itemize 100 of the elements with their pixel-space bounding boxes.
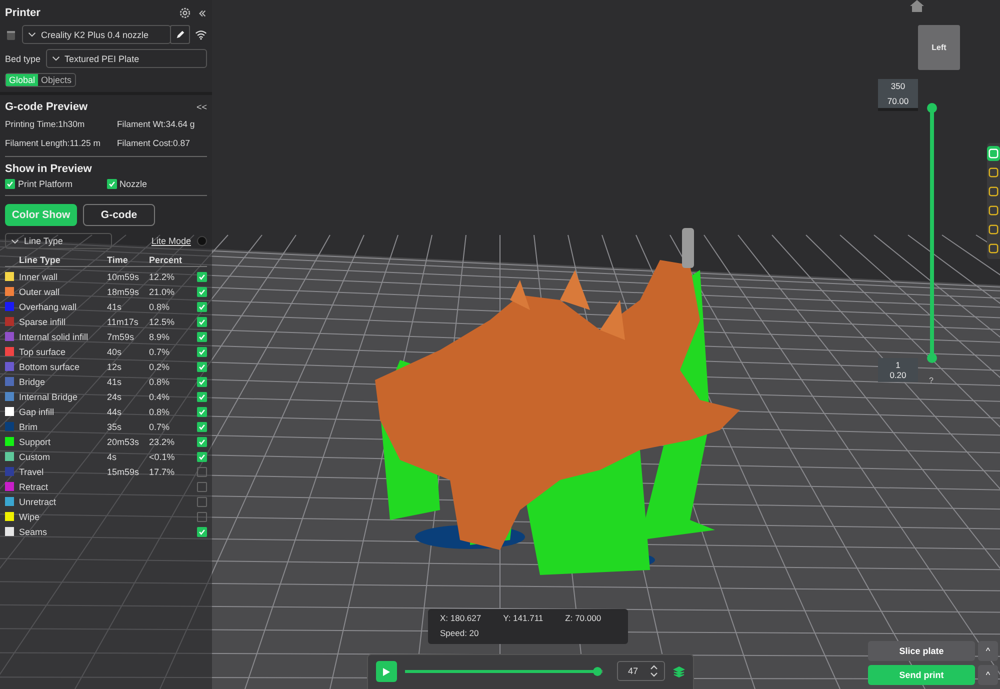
line-type-name: Internal Bridge (19, 392, 79, 402)
column-header: Percent (149, 254, 184, 264)
toolbar-icon[interactable] (987, 184, 1000, 199)
percent-cell: 0.8% (149, 302, 170, 312)
toolbar-icon[interactable] (987, 203, 1000, 218)
visibility-checkbox[interactable] (197, 512, 207, 522)
view-type-select[interactable]: Line Type (5, 233, 112, 249)
visibility-checkbox[interactable] (197, 272, 207, 282)
line-type-name: Inner wall (19, 272, 59, 282)
visibility-checkbox[interactable] (197, 422, 207, 432)
printer-icon (5, 28, 17, 40)
stat-text: Filament Length:11.25 m (5, 138, 102, 148)
column-header: Time (107, 254, 129, 264)
lite-mode-label: Lite Mode (151, 236, 191, 246)
stat-text: Printing Time:1h30m (5, 119, 86, 129)
section-title: Show in Preview (5, 163, 93, 175)
visibility-checkbox[interactable] (197, 406, 207, 416)
expand-button[interactable]: ^ (978, 665, 998, 685)
checkbox[interactable] (106, 179, 117, 189)
percent-cell: 21.0% (149, 286, 175, 296)
percent-cell: 0.8% (149, 376, 170, 386)
slice-button[interactable]: Slice plate (868, 641, 975, 661)
line-type-name: Bottom surface (19, 362, 81, 372)
visibility-checkbox[interactable] (197, 452, 207, 462)
column-header: Line Type (19, 254, 62, 264)
visibility-checkbox[interactable] (197, 316, 207, 326)
percent-cell: 12.5% (149, 316, 175, 326)
play-icon (381, 666, 392, 676)
scope-tab[interactable]: Objects (38, 74, 75, 86)
collapse-button[interactable]: << (196, 102, 207, 112)
time-cell: 7m59s (107, 332, 134, 342)
percent-cell: 0.4% (149, 392, 170, 402)
move-slider[interactable] (404, 667, 603, 676)
toolbar-icon[interactable] (987, 146, 1000, 161)
edit-button[interactable] (170, 25, 190, 44)
layer-label: 350 70.00 (878, 79, 918, 111)
move-spinner[interactable]: 47 (616, 661, 665, 681)
expand-button[interactable]: ^ (978, 641, 998, 661)
line-type-name: Bridge (19, 376, 46, 386)
collapse-icon[interactable] (198, 8, 207, 18)
stat-text: Filament Cost:0.87 (117, 138, 191, 148)
visibility-checkbox[interactable] (197, 332, 207, 342)
time-cell: 24s (107, 392, 122, 402)
time-cell: 18m59s (107, 286, 140, 296)
visibility-checkbox[interactable] (197, 362, 207, 372)
time-cell: 12s (107, 362, 122, 372)
toolbar-icon[interactable] (987, 241, 1000, 256)
line-type-name: Unretract (19, 496, 58, 506)
layer-slider[interactable] (927, 103, 937, 363)
bed-type-select[interactable]: Textured PEI Plate (46, 49, 207, 68)
line-type-name: Outer wall (19, 286, 61, 296)
slider-handle[interactable] (592, 667, 602, 676)
line-type-name: Retract (19, 482, 50, 492)
time-cell: 35s (107, 422, 122, 432)
time-cell: 11m17s (107, 316, 138, 326)
view-tab[interactable]: G-code (83, 204, 155, 226)
time-cell: 15m59s (107, 466, 140, 476)
layers-icon[interactable] (673, 666, 685, 678)
speed-text: Speed: 20 (440, 628, 480, 638)
view-cube[interactable]: Left (918, 25, 960, 70)
line-type-name: Travel (19, 466, 45, 476)
visibility-checkbox[interactable] (197, 526, 207, 536)
toolbar-icon[interactable] (987, 165, 1000, 180)
lite-mode-toggle[interactable] (197, 236, 207, 246)
pencil-icon (174, 29, 186, 40)
visibility-checkbox[interactable] (197, 286, 207, 296)
visibility-checkbox[interactable] (197, 466, 207, 476)
percent-cell: <0.1% (149, 452, 175, 462)
visibility-checkbox[interactable] (197, 392, 207, 402)
visibility-checkbox[interactable] (197, 302, 207, 312)
bed-type-label: Bed type (5, 54, 41, 64)
line-type-name: Overhang wall (19, 302, 78, 312)
time-cell: 44s (107, 406, 122, 416)
line-type-name: Support (19, 436, 52, 446)
section-title: G-code Preview (5, 101, 88, 113)
settings-icon[interactable] (178, 6, 192, 20)
layer-label: 1 0.20 (878, 358, 918, 382)
visibility-checkbox[interactable] (197, 496, 207, 506)
visibility-checkbox[interactable] (197, 346, 207, 356)
coord-text: Y: 141.711 (503, 613, 544, 623)
line-type-name: Custom (19, 452, 52, 462)
play-button[interactable] (376, 661, 397, 682)
printer-select[interactable]: Creality K2 Plus 0.4 nozzle (22, 25, 171, 44)
coord-text: X: 180.627 (440, 613, 482, 623)
coord-text: Z: 70.000 (565, 613, 602, 623)
checkbox[interactable] (5, 179, 15, 189)
percent-cell: 0.7% (149, 422, 170, 432)
help-text[interactable]: ? (929, 376, 934, 385)
checkbox-label: Nozzle (120, 179, 148, 189)
wifi-icon[interactable] (195, 28, 207, 40)
slider-handle[interactable] (927, 103, 937, 113)
visibility-checkbox[interactable] (197, 482, 207, 492)
home-icon[interactable] (910, 0, 924, 12)
checkbox-label: Print Platform (18, 179, 73, 189)
time-cell: 41s (107, 376, 122, 386)
percent-cell: 12.2% (149, 272, 175, 282)
visibility-checkbox[interactable] (197, 436, 207, 446)
visibility-checkbox[interactable] (197, 376, 207, 386)
panel-title: Printer (5, 7, 40, 19)
toolbar-icon[interactable] (987, 222, 1000, 237)
